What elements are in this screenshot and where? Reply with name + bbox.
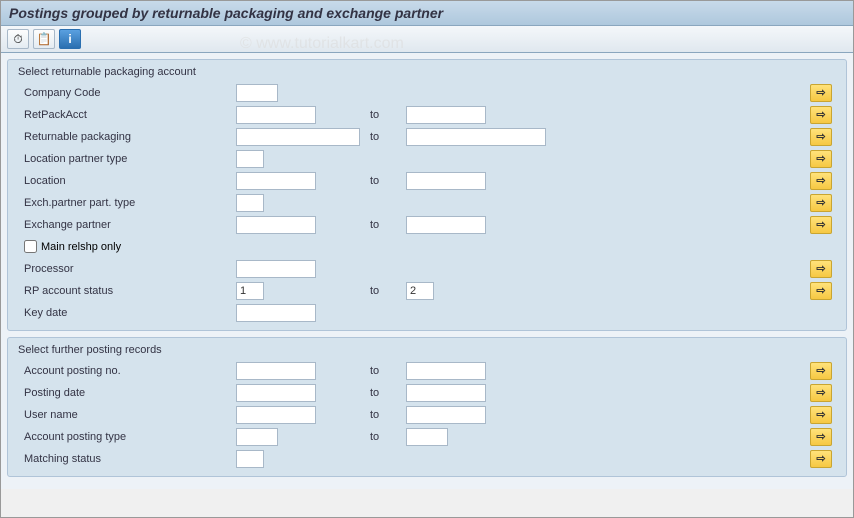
user-name-label: User name — [16, 409, 236, 421]
arrow-right-icon: ⇨ — [816, 262, 825, 275]
rp-account-status-to-input[interactable] — [406, 282, 434, 300]
posting-date-multi-button[interactable]: ⇨ — [810, 384, 832, 402]
key-date-input[interactable] — [236, 304, 316, 322]
rp-account-status-label: RP account status — [16, 285, 236, 297]
variant-button[interactable]: 📋 — [33, 29, 55, 49]
retpackacct-multi-button[interactable]: ⇨ — [810, 106, 832, 124]
location-partner-type-input[interactable] — [236, 150, 264, 168]
section-further-posting: Select further posting records Account p… — [7, 337, 847, 477]
toolbar: ⏱ 📋 i — [1, 26, 853, 53]
main-relshp-checkbox-wrap[interactable]: Main relshp only — [16, 240, 121, 253]
retpackacct-label: RetPackAcct — [16, 109, 236, 121]
to-label: to — [366, 285, 406, 297]
location-partner-type-label: Location partner type — [16, 153, 236, 165]
arrow-right-icon: ⇨ — [816, 408, 825, 421]
exchange-partner-multi-button[interactable]: ⇨ — [810, 216, 832, 234]
account-posting-no-label: Account posting no. — [16, 365, 236, 377]
arrow-right-icon: ⇨ — [816, 452, 825, 465]
arrow-right-icon: ⇨ — [816, 108, 825, 121]
account-posting-no-to-input[interactable] — [406, 362, 486, 380]
account-posting-type-to-input[interactable] — [406, 428, 448, 446]
rp-account-status-from-input[interactable] — [236, 282, 264, 300]
rp-account-status-multi-button[interactable]: ⇨ — [810, 282, 832, 300]
processor-input[interactable] — [236, 260, 316, 278]
arrow-right-icon: ⇨ — [816, 130, 825, 143]
execute-button[interactable]: ⏱ — [7, 29, 29, 49]
posting-date-to-input[interactable] — [406, 384, 486, 402]
section-returnable-packaging: Select returnable packaging account Comp… — [7, 59, 847, 331]
user-name-multi-button[interactable]: ⇨ — [810, 406, 832, 424]
posting-date-label: Posting date — [16, 387, 236, 399]
company-code-label: Company Code — [16, 87, 236, 99]
account-posting-type-from-input[interactable] — [236, 428, 278, 446]
returnable-packaging-from-input[interactable] — [236, 128, 360, 146]
returnable-packaging-to-input[interactable] — [406, 128, 546, 146]
to-label: to — [366, 431, 406, 443]
matching-status-label: Matching status — [16, 453, 236, 465]
main-relshp-checkbox[interactable] — [24, 240, 37, 253]
arrow-right-icon: ⇨ — [816, 174, 825, 187]
returnable-packaging-label: Returnable packaging — [16, 131, 236, 143]
to-label: to — [366, 387, 406, 399]
arrow-right-icon: ⇨ — [816, 386, 825, 399]
account-posting-no-from-input[interactable] — [236, 362, 316, 380]
posting-date-from-input[interactable] — [236, 384, 316, 402]
to-label: to — [366, 131, 406, 143]
matching-status-multi-button[interactable]: ⇨ — [810, 450, 832, 468]
section2-title: Select further posting records — [16, 342, 838, 360]
location-partner-type-multi-button[interactable]: ⇨ — [810, 150, 832, 168]
account-posting-type-label: Account posting type — [16, 431, 236, 443]
key-date-label: Key date — [16, 307, 236, 319]
retpackacct-to-input[interactable] — [406, 106, 486, 124]
user-name-from-input[interactable] — [236, 406, 316, 424]
main-relshp-label: Main relshp only — [41, 241, 121, 253]
to-label: to — [366, 109, 406, 121]
section1-title: Select returnable packaging account — [16, 64, 838, 82]
location-label: Location — [16, 175, 236, 187]
matching-status-input[interactable] — [236, 450, 264, 468]
to-label: to — [366, 175, 406, 187]
processor-label: Processor — [16, 263, 236, 275]
clock-icon: ⏱ — [13, 32, 22, 47]
exch-partner-part-type-label: Exch.partner part. type — [16, 197, 236, 209]
exchange-partner-to-input[interactable] — [406, 216, 486, 234]
arrow-right-icon: ⇨ — [816, 284, 825, 297]
company-code-input[interactable] — [236, 84, 278, 102]
account-posting-no-multi-button[interactable]: ⇨ — [810, 362, 832, 380]
company-code-multi-button[interactable]: ⇨ — [810, 84, 832, 102]
exch-partner-part-type-input[interactable] — [236, 194, 264, 212]
exchange-partner-from-input[interactable] — [236, 216, 316, 234]
to-label: to — [366, 409, 406, 421]
arrow-right-icon: ⇨ — [816, 196, 825, 209]
arrow-right-icon: ⇨ — [816, 86, 825, 99]
account-posting-type-multi-button[interactable]: ⇨ — [810, 428, 832, 446]
retpackacct-from-input[interactable] — [236, 106, 316, 124]
exch-partner-part-type-multi-button[interactable]: ⇨ — [810, 194, 832, 212]
location-multi-button[interactable]: ⇨ — [810, 172, 832, 190]
arrow-right-icon: ⇨ — [816, 218, 825, 231]
user-name-to-input[interactable] — [406, 406, 486, 424]
info-button[interactable]: i — [59, 29, 81, 49]
arrow-right-icon: ⇨ — [816, 152, 825, 165]
content-area: Select returnable packaging account Comp… — [1, 53, 853, 489]
processor-multi-button[interactable]: ⇨ — [810, 260, 832, 278]
to-label: to — [366, 365, 406, 377]
page-title: Postings grouped by returnable packaging… — [1, 1, 853, 26]
location-to-input[interactable] — [406, 172, 486, 190]
arrow-right-icon: ⇨ — [816, 364, 825, 377]
variant-icon: 📋 — [37, 32, 52, 46]
returnable-packaging-multi-button[interactable]: ⇨ — [810, 128, 832, 146]
to-label: to — [366, 219, 406, 231]
info-icon: i — [68, 32, 71, 46]
arrow-right-icon: ⇨ — [816, 430, 825, 443]
exchange-partner-label: Exchange partner — [16, 219, 236, 231]
location-from-input[interactable] — [236, 172, 316, 190]
